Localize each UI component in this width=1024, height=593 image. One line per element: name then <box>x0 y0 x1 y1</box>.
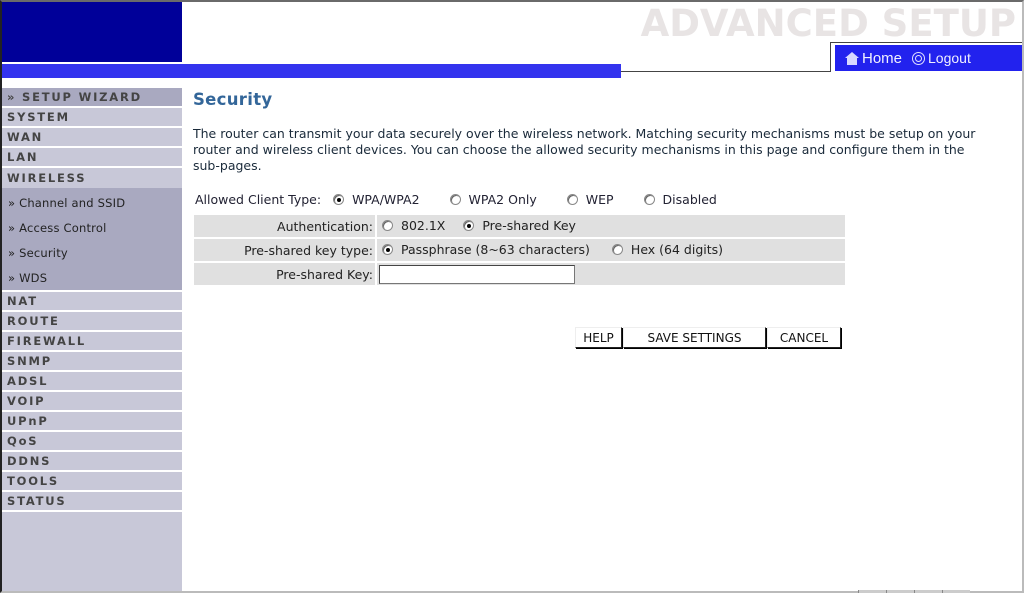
psk-row: Pre-shared Key: <box>194 263 845 285</box>
sidebar-subitem-wds[interactable]: » WDS <box>2 265 182 290</box>
main-content: Security The router can transmit your da… <box>193 88 1003 348</box>
save-settings-button[interactable]: SAVE SETTINGS <box>623 327 766 348</box>
page-header-title: ADVANCED SETUP <box>640 2 1016 45</box>
help-button[interactable]: HELP <box>575 327 622 348</box>
sidebar-item-snmp[interactable]: SNMP <box>2 352 182 372</box>
allowed-client-type-row: Allowed Client Type: WPA/WPA2 WPA2 Only … <box>193 192 1003 207</box>
sidebar: » SETUP WIZARD SYSTEM WAN LAN WIRELESS »… <box>2 88 182 591</box>
page-title: Security <box>193 90 273 109</box>
client-type-wep[interactable]: WEP <box>566 192 614 207</box>
authentication-label: Authentication: <box>194 215 377 237</box>
radio-passphrase[interactable] <box>382 244 393 255</box>
sidebar-subitem-channel-ssid[interactable]: » Channel and SSID <box>2 190 182 215</box>
sidebar-item-status[interactable]: STATUS <box>2 492 182 512</box>
sidebar-item-upnp[interactable]: UPnP <box>2 412 182 432</box>
wireless-submenu: » Channel and SSID » Access Control » Se… <box>2 188 182 292</box>
sidebar-item-voip[interactable]: VOIP <box>2 392 182 412</box>
radio-label: Pre-shared Key <box>482 218 576 233</box>
security-settings-table: Authentication: 802.1X Pre-shared Key Pr… <box>194 213 845 287</box>
radio-label: Passphrase (8~63 characters) <box>401 242 590 257</box>
sidebar-item-lan[interactable]: LAN <box>2 148 182 168</box>
home-label: Home <box>862 49 903 67</box>
client-type-wpa-wpa2[interactable]: WPA/WPA2 <box>333 192 420 207</box>
radio-wpa2-only[interactable] <box>449 194 461 205</box>
cancel-button[interactable]: CANCEL <box>767 327 841 348</box>
auth-pre-shared-key[interactable]: Pre-shared Key <box>463 218 576 233</box>
sidebar-item-wireless[interactable]: WIRELESS <box>2 168 182 188</box>
sidebar-subitem-security[interactable]: » Security <box>2 240 182 265</box>
psk-type-hex[interactable]: Hex (64 digits) <box>611 242 724 257</box>
header-divider <box>830 42 831 72</box>
pre-shared-key-input[interactable] <box>379 264 575 284</box>
radio-label: Disabled <box>662 192 717 207</box>
sidebar-item-nat[interactable]: NAT <box>2 292 182 312</box>
radio-wpa-wpa2[interactable] <box>333 194 345 205</box>
logout-link[interactable]: Logout <box>912 50 971 66</box>
radio-label: WPA2 Only <box>468 192 537 207</box>
radio-pre-shared-key[interactable] <box>463 220 475 231</box>
authentication-row: Authentication: 802.1X Pre-shared Key <box>194 215 845 237</box>
radio-label: WEP <box>585 192 614 207</box>
logout-label: Logout <box>928 50 971 66</box>
psk-label: Pre-shared Key: <box>194 263 377 285</box>
radio-hex[interactable] <box>611 244 623 255</box>
radio-disabled[interactable] <box>643 194 655 205</box>
home-icon <box>845 51 859 65</box>
client-type-wpa2-only[interactable]: WPA2 Only <box>449 192 537 207</box>
sidebar-item-tools[interactable]: TOOLS <box>2 472 182 492</box>
sidebar-item-setup-wizard[interactable]: » SETUP WIZARD <box>2 88 182 108</box>
psk-type-label: Pre-shared key type: <box>194 239 377 261</box>
intro-text: The router can transmit your data secure… <box>193 126 976 173</box>
logo-block <box>2 2 182 62</box>
sidebar-item-adsl[interactable]: ADSL <box>2 372 182 392</box>
sidebar-item-wan[interactable]: WAN <box>2 128 182 148</box>
auth-8021x[interactable]: 802.1X <box>382 218 445 233</box>
psk-type-row: Pre-shared key type: Passphrase (8~63 ch… <box>194 239 845 261</box>
sidebar-item-qos[interactable]: QoS <box>2 432 182 452</box>
top-nav: Home Logout <box>835 45 1022 71</box>
header-accent-bar <box>2 64 621 78</box>
allowed-client-type-label: Allowed Client Type: <box>195 192 322 207</box>
logout-icon <box>912 51 926 65</box>
radio-wep[interactable] <box>566 194 578 205</box>
home-link[interactable]: Home <box>845 50 902 67</box>
action-buttons: HELP SAVE SETTINGS CANCEL <box>575 327 842 348</box>
radio-8021x[interactable] <box>382 220 393 231</box>
radio-label: 802.1X <box>401 218 446 233</box>
sidebar-item-ddns[interactable]: DDNS <box>2 452 182 472</box>
client-type-disabled[interactable]: Disabled <box>643 192 717 207</box>
sidebar-subitem-access-control[interactable]: » Access Control <box>2 215 182 240</box>
radio-label: Hex (64 digits) <box>630 242 724 257</box>
sidebar-item-route[interactable]: ROUTE <box>2 312 182 332</box>
radio-label: WPA/WPA2 <box>352 192 420 207</box>
psk-type-passphrase[interactable]: Passphrase (8~63 characters) <box>382 242 590 257</box>
header-divider <box>621 71 831 72</box>
sidebar-item-firewall[interactable]: FIREWALL <box>2 332 182 352</box>
sidebar-item-system[interactable]: SYSTEM <box>2 108 182 128</box>
